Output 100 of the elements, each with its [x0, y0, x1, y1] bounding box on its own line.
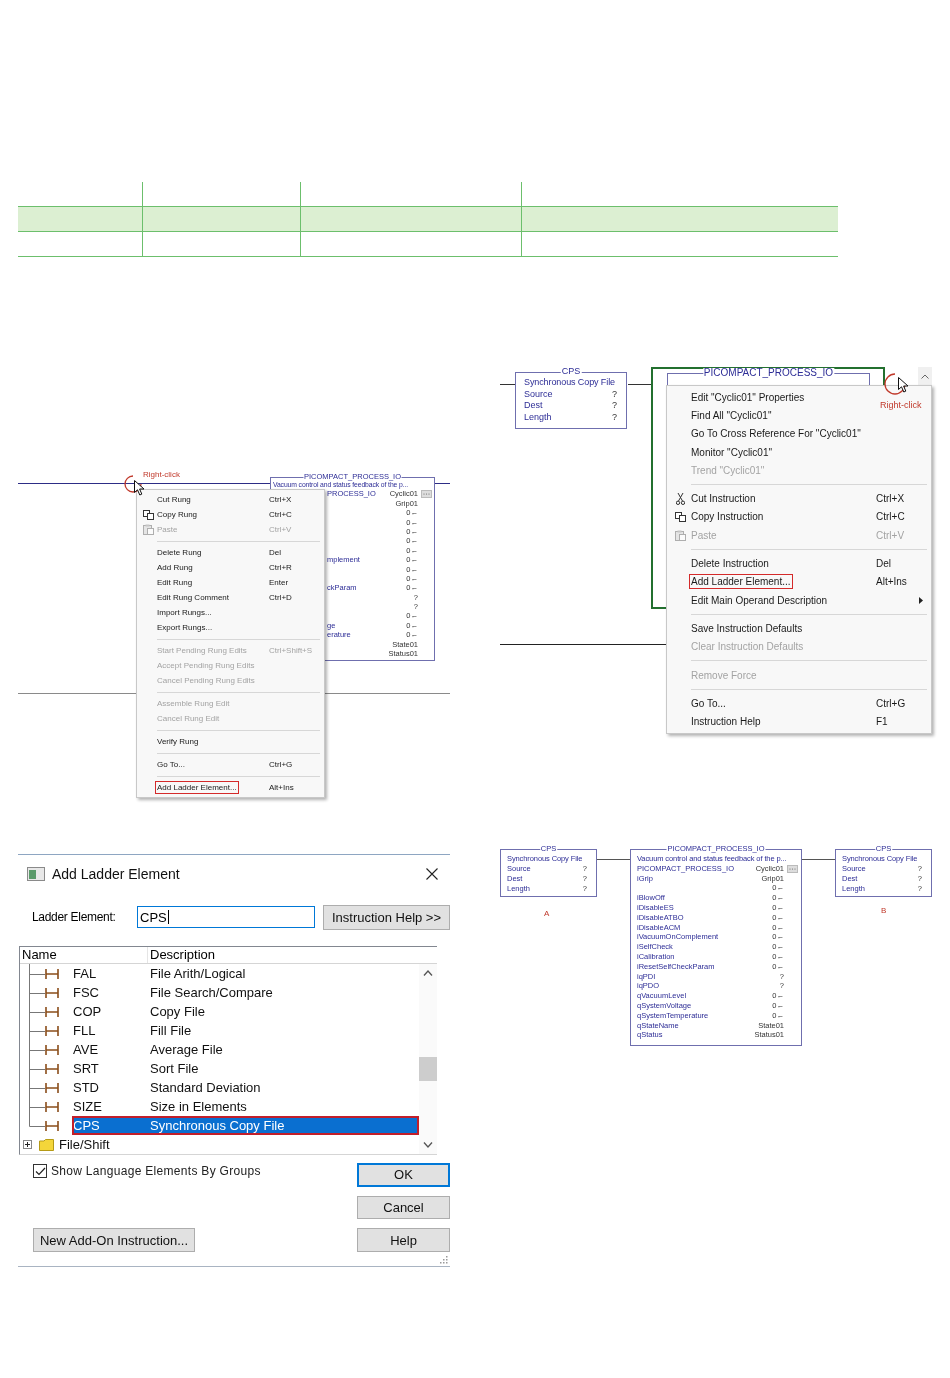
ladder-element-field[interactable]: CPS [137, 906, 315, 928]
scrollbar[interactable] [419, 964, 437, 1154]
tree-item[interactable]: FLL Fill File [72, 1021, 419, 1040]
menu-item[interactable]: Edit Rung Enter [139, 575, 322, 590]
instruction-description: Standard Deviation [150, 1080, 261, 1095]
shortcut-text: Del [269, 548, 281, 557]
operand-value: ? [612, 388, 617, 400]
menu-item[interactable]: Cut Instruction Ctrl+X [669, 489, 929, 508]
scrollbar[interactable] [918, 367, 932, 385]
tree-item[interactable]: AVE Average File [72, 1040, 419, 1059]
tree-item[interactable]: CPS Synchronous Copy File [72, 1116, 419, 1135]
menu-item[interactable]: Add Rung Ctrl+R [139, 560, 322, 575]
operand-name: Dest [524, 400, 543, 412]
instruction-name: COP [73, 1004, 103, 1019]
shortcut-text: Del [876, 558, 891, 569]
block-title: CPS [560, 367, 582, 377]
clipboard-icon [142, 524, 154, 535]
tree-line [29, 983, 45, 1002]
instruction-icon [45, 1006, 59, 1017]
dialog-button[interactable]: Help [357, 1228, 450, 1252]
instruction-icon [45, 1120, 59, 1131]
chevron-up-icon[interactable] [423, 970, 433, 976]
operand-name: Length [524, 411, 552, 423]
instruction-description: Copy File [150, 1004, 205, 1019]
menu-item[interactable]: Delete Instruction Del [669, 554, 929, 573]
dots-icon [789, 867, 796, 870]
shortcut-text: Ctrl+V [269, 525, 292, 534]
instruction-icon [45, 987, 59, 998]
operand-name: Source [524, 388, 553, 400]
instruction-name: STD [73, 1080, 100, 1095]
chevron-down-icon[interactable] [423, 1142, 433, 1148]
instruction-description: Synchronous Copy File [150, 1118, 285, 1133]
operand-value: ? [612, 400, 617, 412]
menu-item[interactable]: Copy Instruction Ctrl+C [669, 507, 929, 527]
tree-item[interactable]: SRT Sort File [72, 1059, 419, 1078]
shortcut-text: Ctrl+X [269, 495, 292, 504]
resize-grip-icon[interactable] [438, 1254, 448, 1264]
copy-icon [142, 509, 154, 520]
tree-line [29, 1078, 45, 1097]
menu-item[interactable]: Go To Cross Reference For "Cyclic01" [669, 424, 929, 443]
instruction-icon [45, 968, 59, 979]
rung-line [597, 859, 630, 860]
instruction-name: AVE [73, 1042, 100, 1057]
instruction-name: SRT [73, 1061, 100, 1076]
block-description: Synchronous Copy File [524, 377, 616, 389]
menu-item[interactable]: Import Rungs... [139, 605, 322, 620]
expand-icon[interactable] [23, 1140, 32, 1149]
menu-item[interactable]: Verify Rung [139, 734, 322, 749]
menu-item[interactable]: Export Rungs... [139, 620, 322, 635]
menu-item[interactable]: Edit Rung Comment Ctrl+D [139, 590, 322, 605]
tree-item[interactable]: FSC File Search/Compare [72, 983, 419, 1002]
menu-item[interactable]: Save Instruction Defaults [669, 619, 929, 638]
column-header[interactable]: Description [148, 947, 437, 963]
instruction-icon [45, 1025, 59, 1036]
shortcut-text: Ctrl+C [876, 511, 905, 523]
menu-item[interactable]: Add Ladder Element... Alt+Ins [139, 780, 322, 795]
shortcut-text: Ctrl+C [269, 510, 292, 519]
new-add-on-button[interactable]: New Add-On Instruction... [33, 1228, 195, 1252]
block-label: A [544, 909, 550, 918]
rung-line [628, 384, 651, 385]
menu-item[interactable]: Instruction Help F1 [669, 712, 929, 731]
copy-icon [674, 511, 686, 522]
shortcut-text: Ctrl+G [269, 760, 293, 769]
menu-item[interactable]: Add Ladder Element... Alt+Ins [669, 572, 929, 591]
window-icon [27, 866, 45, 881]
shortcut-text: F1 [876, 716, 888, 728]
menu-item[interactable]: Copy Rung Ctrl+C [139, 507, 322, 522]
menu-item[interactable]: Delete Rung Del [139, 545, 322, 560]
callout-label: Right-click [880, 401, 922, 410]
tree-line [29, 1040, 45, 1059]
rung-line [500, 384, 515, 385]
tree-item[interactable]: File/Shift [54, 1135, 419, 1154]
close-icon[interactable] [426, 867, 438, 880]
scissors-icon [675, 492, 685, 505]
instruction-description: Average File [150, 1042, 223, 1057]
shortcut-text: Enter [269, 578, 289, 587]
folder-icon [39, 1138, 54, 1151]
chevron-up-icon[interactable] [921, 373, 929, 379]
tree-item[interactable]: STD Standard Deviation [72, 1078, 419, 1097]
tree-line [29, 1002, 45, 1021]
instruction-name: CPS [73, 1118, 101, 1133]
tree-item[interactable]: SIZE Size in Elements [72, 1097, 419, 1116]
menu-item[interactable]: Cut Rung Ctrl+X [139, 492, 322, 507]
dialog-button[interactable]: Cancel [357, 1195, 450, 1220]
instruction-description: Sort File [150, 1061, 199, 1076]
menu-item[interactable]: Edit Main Operand Description [669, 590, 929, 610]
tree-item[interactable]: FAL File Arith/Logical [72, 964, 419, 983]
shortcut-text: Ctrl+R [269, 563, 292, 572]
clipboard-icon [674, 529, 686, 541]
menu-item[interactable]: Monitor "Cyclic01" [669, 442, 929, 462]
scrollbar-thumb[interactable] [419, 1057, 437, 1081]
shortcut-text: Alt+Ins [876, 576, 907, 588]
dialog-button[interactable]: OK [357, 1163, 450, 1187]
menu-item[interactable]: Go To... Ctrl+G [669, 694, 929, 713]
tree-item[interactable]: COP Copy File [72, 1002, 419, 1021]
checkbox[interactable] [33, 1164, 47, 1178]
menu-item[interactable]: Go To... Ctrl+G [139, 757, 322, 772]
instruction-name: FLL [73, 1023, 97, 1038]
instruction-help-button[interactable]: Instruction Help >> [323, 904, 450, 930]
column-header[interactable]: Name [20, 947, 148, 963]
